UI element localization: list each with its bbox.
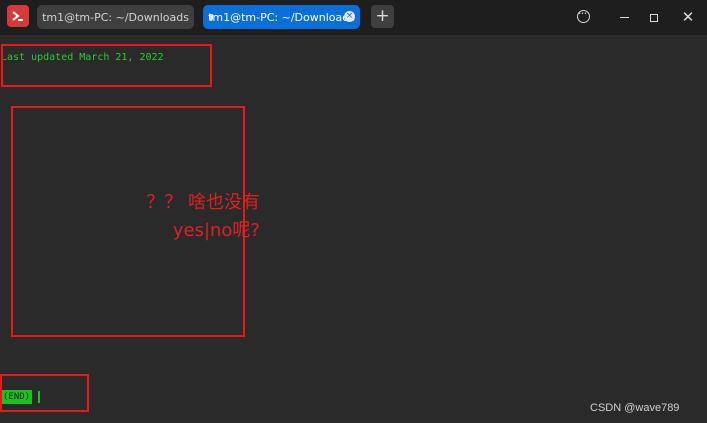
terminal-app-icon[interactable] [7, 5, 29, 27]
menu-icon[interactable] [571, 5, 595, 29]
minimize-icon[interactable] [612, 5, 636, 29]
tab-downloads-2-active[interactable]: tm1@tm-PC: ~/Downloads × [203, 5, 360, 29]
annotation-box-header [1, 44, 212, 87]
add-tab-button[interactable]: + [371, 5, 394, 28]
tab-label: tm1@tm-PC: ~/Downloads [42, 10, 189, 24]
annotation-text: ？？ 啥也没有 yes|no呢? [120, 189, 260, 245]
tab-close-icon[interactable]: × [344, 11, 355, 22]
tab-label: tm1@tm-PC: ~/Downloads [208, 10, 355, 24]
annotation-line-2: yes|no呢? [172, 220, 260, 241]
annotation-box-end [0, 374, 89, 412]
close-icon[interactable]: ✕ [676, 5, 700, 29]
terminal-area[interactable]: Last updated March 21, 2022 (END) ？？ 啥也没… [0, 35, 707, 423]
maximize-icon[interactable] [642, 5, 666, 29]
tab-downloads-1[interactable]: tm1@tm-PC: ~/Downloads [37, 5, 194, 29]
annotation-line-1: ？？ 啥也没有 [146, 192, 260, 213]
titlebar: tm1@tm-PC: ~/Downloads tm1@tm-PC: ~/Down… [0, 0, 707, 35]
watermark: CSDN @wave789 [590, 402, 680, 414]
active-tab-indicator [209, 14, 213, 20]
